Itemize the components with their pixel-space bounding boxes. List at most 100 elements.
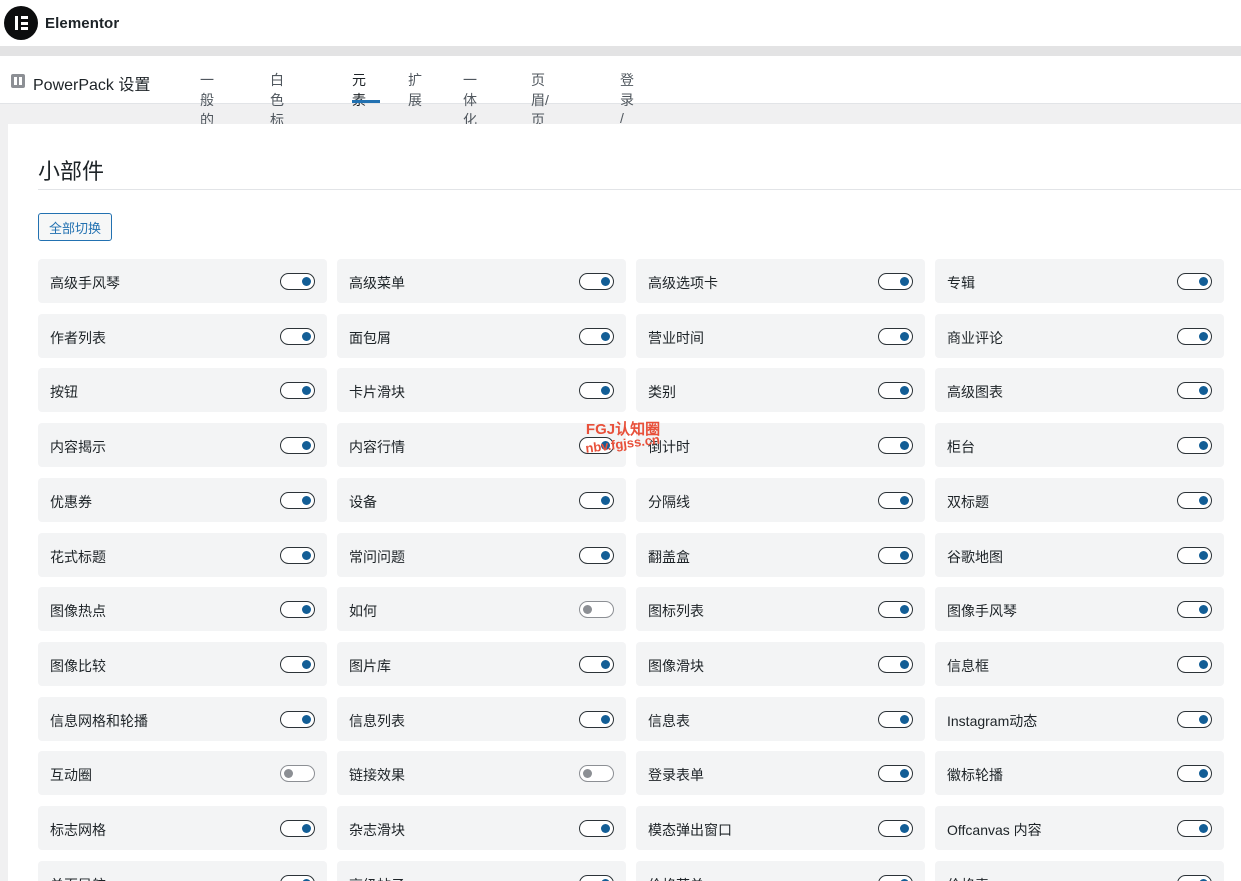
widget-card: 价格表 — [935, 861, 1224, 881]
toggle-knob — [302, 495, 311, 505]
widget-toggle-switch[interactable] — [579, 382, 614, 399]
toggle-knob — [1199, 495, 1208, 505]
toggle-knob — [900, 714, 909, 724]
widget-toggle-switch[interactable] — [280, 547, 315, 564]
toggle-knob — [900, 604, 909, 614]
widget-card: 信息表 — [636, 697, 925, 741]
widget-toggle-switch[interactable] — [1177, 437, 1212, 454]
widget-label: 杂志滑块 — [349, 822, 405, 838]
widget-card: 倒计时 — [636, 423, 925, 467]
elementor-logo-icon — [4, 6, 38, 40]
widget-toggle-switch[interactable] — [579, 492, 614, 509]
widget-toggle-switch[interactable] — [579, 875, 614, 881]
widget-label: 面包屑 — [349, 330, 391, 346]
tab-integration[interactable]: 一体化 — [463, 70, 477, 130]
widget-toggle-switch[interactable] — [579, 656, 614, 673]
tab-extensions[interactable]: 扩展 — [408, 70, 422, 110]
widget-card: 高级图表 — [935, 368, 1224, 412]
widget-toggle-switch[interactable] — [579, 437, 614, 454]
widget-card: 按钮 — [38, 368, 327, 412]
widget-toggle-switch[interactable] — [878, 547, 913, 564]
widget-card: 图像手风琴 — [935, 587, 1224, 631]
widget-toggle-switch[interactable] — [878, 437, 913, 454]
widget-toggle-switch[interactable] — [878, 765, 913, 782]
widget-card: 内容行情 — [337, 423, 626, 467]
widget-toggle-switch[interactable] — [579, 601, 614, 618]
widget-card: 图标列表 — [636, 587, 925, 631]
widget-toggle-switch[interactable] — [280, 656, 315, 673]
widget-toggle-switch[interactable] — [878, 711, 913, 728]
widget-toggle-switch[interactable] — [579, 547, 614, 564]
tab-elements[interactable]: 元素 — [352, 70, 366, 110]
widget-toggle-switch[interactable] — [1177, 765, 1212, 782]
widget-toggle-switch[interactable] — [579, 328, 614, 345]
toggle-knob — [302, 604, 311, 614]
widget-card: 杂志滑块 — [337, 806, 626, 850]
widget-toggle-switch[interactable] — [280, 711, 315, 728]
widget-toggle-switch[interactable] — [280, 765, 315, 782]
widget-toggle-switch[interactable] — [579, 820, 614, 837]
widget-toggle-switch[interactable] — [1177, 492, 1212, 509]
toggle-knob — [601, 440, 610, 450]
toggle-all-button[interactable]: 全部切换 — [38, 213, 112, 241]
widget-label: 信息列表 — [349, 713, 405, 729]
widget-toggle-switch[interactable] — [579, 273, 614, 290]
widget-toggle-switch[interactable] — [280, 820, 315, 837]
widget-card: 常问问题 — [337, 533, 626, 577]
toggle-knob — [900, 768, 909, 778]
toggle-knob — [302, 823, 311, 833]
toggle-knob — [302, 385, 311, 395]
toggle-knob — [601, 550, 610, 560]
widget-toggle-switch[interactable] — [1177, 601, 1212, 618]
widget-card: 柜台 — [935, 423, 1224, 467]
widget-toggle-switch[interactable] — [280, 382, 315, 399]
widget-toggle-switch[interactable] — [1177, 820, 1212, 837]
toggle-knob — [1199, 714, 1208, 724]
widget-toggle-switch[interactable] — [878, 382, 913, 399]
toggle-knob — [1199, 604, 1208, 614]
widget-card: 谷歌地图 — [935, 533, 1224, 577]
toggle-knob — [1199, 440, 1208, 450]
widget-toggle-switch[interactable] — [878, 875, 913, 881]
divider-band — [0, 46, 1241, 56]
widget-toggle-switch[interactable] — [280, 601, 315, 618]
widget-card: 卡片滑块 — [337, 368, 626, 412]
widget-card: 信息框 — [935, 642, 1224, 686]
widget-toggle-switch[interactable] — [280, 328, 315, 345]
section-divider — [38, 189, 1241, 190]
widget-toggle-switch[interactable] — [878, 328, 913, 345]
widget-card: 设备 — [337, 478, 626, 522]
widget-card: 登录表单 — [636, 751, 925, 795]
widget-toggle-switch[interactable] — [280, 437, 315, 454]
widget-label: 分隔线 — [648, 494, 690, 510]
widget-label: 高级选项卡 — [648, 275, 718, 291]
widget-toggle-switch[interactable] — [1177, 656, 1212, 673]
widget-toggle-switch[interactable] — [579, 765, 614, 782]
widget-toggle-switch[interactable] — [878, 656, 913, 673]
widget-label: 图像比较 — [50, 658, 106, 674]
toggle-knob — [1199, 385, 1208, 395]
widget-toggle-switch[interactable] — [280, 875, 315, 881]
widget-card: 类别 — [636, 368, 925, 412]
widget-toggle-switch[interactable] — [280, 492, 315, 509]
widget-label: 徽标轮播 — [947, 767, 1003, 783]
widget-toggle-switch[interactable] — [1177, 547, 1212, 564]
widget-toggle-switch[interactable] — [878, 492, 913, 509]
widget-toggle-switch[interactable] — [280, 273, 315, 290]
widget-toggle-switch[interactable] — [1177, 875, 1212, 881]
widget-toggle-switch[interactable] — [878, 820, 913, 837]
widget-toggle-switch[interactable] — [1177, 328, 1212, 345]
widget-toggle-switch[interactable] — [579, 711, 614, 728]
widget-toggle-switch[interactable] — [1177, 711, 1212, 728]
toggle-knob — [900, 659, 909, 669]
widget-toggle-switch[interactable] — [878, 273, 913, 290]
widget-card: 信息网格和轮播 — [38, 697, 327, 741]
widget-toggle-switch[interactable] — [1177, 273, 1212, 290]
widget-label: 标志网格 — [50, 822, 106, 838]
widget-toggle-switch[interactable] — [878, 601, 913, 618]
tab-general[interactable]: 一般的 — [200, 70, 214, 130]
widget-toggle-switch[interactable] — [1177, 382, 1212, 399]
widget-label: 模态弹出窗口 — [648, 822, 732, 838]
toggle-knob — [601, 331, 610, 341]
widget-label: 图标列表 — [648, 603, 704, 619]
